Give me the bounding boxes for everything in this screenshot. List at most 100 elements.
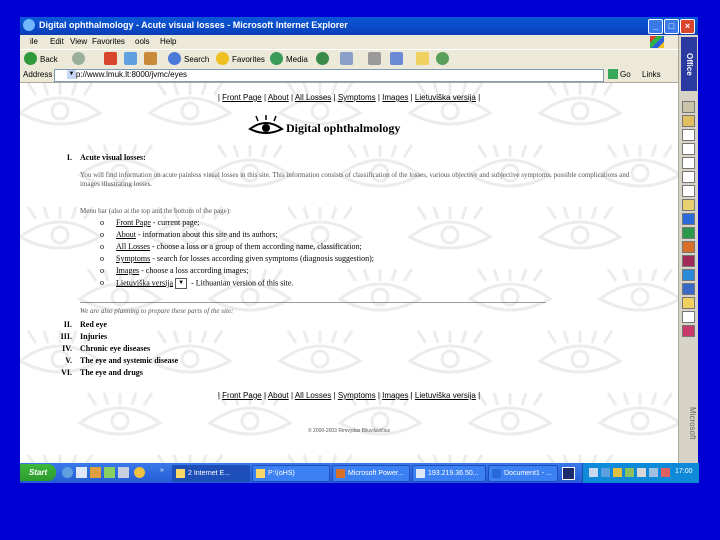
office-shortcut-icon[interactable]	[682, 129, 695, 141]
desktop-icon[interactable]	[76, 467, 87, 478]
browser-screen: Digital ophthalmology - Acute visual los…	[20, 17, 698, 483]
print-button[interactable]	[368, 52, 382, 66]
links-button[interactable]: Links	[642, 70, 661, 79]
tray-icon[interactable]	[625, 468, 634, 477]
nav-lithuanian[interactable]: Lietuviška versija	[415, 93, 476, 102]
edit-icon	[390, 52, 403, 65]
tray-icon[interactable]	[601, 468, 610, 477]
minimize-button[interactable]: _	[648, 19, 663, 34]
nav-about[interactable]: About	[268, 93, 289, 102]
section-title: Injuries	[80, 332, 108, 341]
taskbar-item[interactable]: Document1 - ...	[488, 465, 558, 482]
ie-quicklaunch-icon[interactable]	[62, 467, 73, 478]
nav-symptoms[interactable]: Symptoms	[338, 391, 376, 400]
access-icon[interactable]	[682, 255, 695, 267]
office-shortcut-icon[interactable]	[682, 325, 695, 337]
ie-icon	[176, 468, 185, 478]
word-icon[interactable]	[682, 213, 695, 225]
office-shortcut-icon[interactable]	[682, 283, 695, 295]
quicklaunch-icon[interactable]	[90, 467, 101, 478]
taskbar-item[interactable]: Microsoft Power...	[332, 465, 410, 482]
stop-button[interactable]	[104, 52, 118, 66]
office-shortcut-icon[interactable]	[682, 143, 695, 155]
tray-icon[interactable]	[589, 468, 598, 477]
nav-all-losses[interactable]: All Losses	[295, 93, 331, 102]
menu-link-about[interactable]: About	[116, 230, 136, 239]
list-item: o Symptoms - search for losses according …	[100, 254, 374, 263]
menu-link-lithuanian[interactable]: Lietuviška versija	[116, 278, 173, 287]
mail-button[interactable]	[340, 52, 354, 66]
tray-icon[interactable]	[649, 468, 658, 477]
maximize-button[interactable]: □	[664, 19, 679, 34]
tray-icon[interactable]	[661, 468, 670, 477]
nav-all-losses[interactable]: All Losses	[295, 391, 331, 400]
nav-images[interactable]: Images	[382, 391, 408, 400]
office-shortcut-bar: Office Microsoft	[678, 35, 698, 483]
language-icon[interactable]	[562, 467, 575, 480]
ie-logo-icon	[23, 19, 35, 31]
taskbar-item[interactable]: 193.219.36.50...	[412, 465, 486, 482]
office-shortcut-icon[interactable]	[682, 185, 695, 197]
close-button[interactable]: ×	[680, 19, 695, 34]
folder-icon[interactable]	[682, 297, 695, 309]
folder-button[interactable]	[416, 52, 430, 66]
messenger-button[interactable]	[436, 52, 450, 66]
address-input[interactable]: http://www.lmuk.lt:8000/jvmc/eyes ▼	[54, 69, 604, 82]
media-icon	[270, 52, 283, 65]
quicklaunch-icon[interactable]	[134, 467, 145, 478]
menu-link-symptoms[interactable]: Symptoms	[116, 254, 150, 263]
edit-button[interactable]	[390, 52, 404, 66]
start-button[interactable]: Start	[20, 464, 56, 481]
search-button[interactable]: Search	[168, 52, 210, 66]
nav-front-page[interactable]: Front Page	[222, 391, 262, 400]
excel-icon[interactable]	[682, 227, 695, 239]
tray-icon[interactable]	[613, 468, 622, 477]
nav-front-page[interactable]: Front Page	[222, 93, 262, 102]
home-button[interactable]	[144, 52, 158, 66]
address-bar: Address http://www.lmuk.lt:8000/jvmc/eye…	[20, 68, 678, 83]
go-button[interactable]: Go	[620, 70, 631, 79]
menu-help[interactable]: Help	[160, 37, 176, 46]
outlook-icon[interactable]	[682, 269, 695, 281]
quicklaunch-icon[interactable]	[104, 467, 115, 478]
chevron-right-icon[interactable]: »	[160, 467, 171, 478]
go-arrow-icon[interactable]	[608, 69, 618, 79]
office-shortcut-icon[interactable]	[682, 101, 695, 113]
office-shortcut-icon[interactable]	[682, 171, 695, 183]
menu-link-images[interactable]: Images	[116, 266, 139, 275]
menu-file[interactable]: ile	[30, 37, 38, 46]
menu-favorites[interactable]: Favorites	[92, 37, 125, 46]
nav-lithuanian[interactable]: Lietuviška versija	[415, 391, 476, 400]
nav-symptoms[interactable]: Symptoms	[338, 93, 376, 102]
standard-toolbar: Back Search Favorites Media	[20, 49, 678, 68]
powerpoint-icon[interactable]	[682, 241, 695, 253]
media-button[interactable]: Media	[270, 52, 310, 66]
taskbar-item[interactable]: 2 Internet E...	[172, 465, 250, 482]
site-title: Digital ophthalmology	[286, 121, 401, 135]
quicklaunch-icon[interactable]	[118, 467, 129, 478]
chevron-down-icon[interactable]: ▼	[67, 70, 76, 79]
window-title: Digital ophthalmology - Acute visual los…	[39, 20, 348, 30]
nav-about[interactable]: About	[268, 391, 289, 400]
menu-edit[interactable]: Edit	[50, 37, 64, 46]
back-button[interactable]: Back	[24, 52, 66, 66]
menu-link-all-losses[interactable]: All Losses	[116, 242, 150, 251]
office-shortcut-icon[interactable]	[682, 311, 695, 323]
menu-tools[interactable]: ools	[135, 37, 150, 46]
history-button[interactable]	[316, 52, 330, 66]
menu-view[interactable]: View	[70, 37, 87, 46]
nav-images[interactable]: Images	[382, 93, 408, 102]
tray-icon[interactable]	[637, 468, 646, 477]
office-shortcut-icon[interactable]	[682, 115, 695, 127]
forward-button[interactable]	[72, 52, 86, 66]
search-icon	[168, 52, 181, 65]
office-shortcut-icon[interactable]	[682, 157, 695, 169]
chevron-down-icon[interactable]: ▼	[175, 278, 188, 289]
page-viewport: | Front Page | About | All Losses | Symp…	[20, 83, 678, 464]
taskbar-item[interactable]: P:\(oHS)	[252, 465, 330, 482]
nav-bar-bottom: | Front Page | About | All Losses | Symp…	[217, 391, 481, 400]
menu-link-front-page[interactable]: Front Page	[116, 218, 151, 227]
office-shortcut-icon[interactable]	[682, 199, 695, 211]
refresh-button[interactable]	[124, 52, 138, 66]
favorites-button[interactable]: Favorites	[216, 52, 266, 66]
